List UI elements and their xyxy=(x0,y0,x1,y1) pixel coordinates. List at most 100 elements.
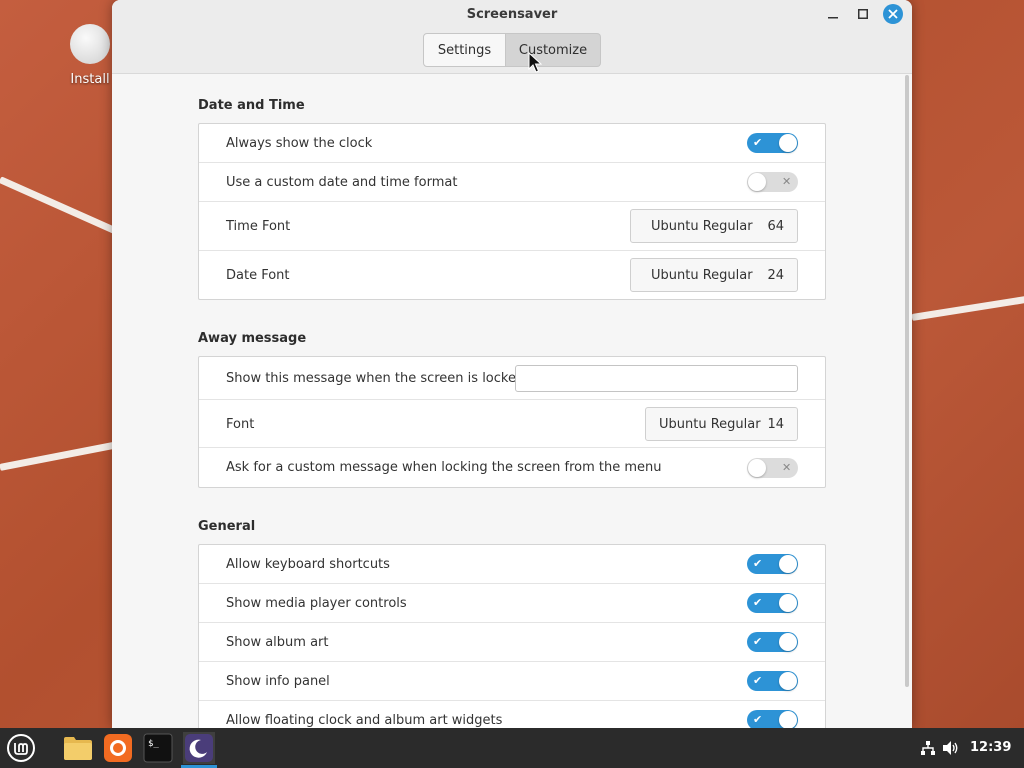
away-message-input[interactable] xyxy=(515,365,798,392)
check-icon: ✔ xyxy=(753,557,763,570)
setting-label: Time Font xyxy=(226,219,291,234)
font-name: Ubuntu Regular xyxy=(651,218,753,234)
setting-row-custom-format: Use a custom date and time format ✕ xyxy=(199,163,825,202)
network-icon xyxy=(921,741,935,755)
court-line xyxy=(0,176,121,236)
date-time-panel: Always show the clock ✔ Use a custom dat… xyxy=(198,123,826,300)
toggle-knob xyxy=(779,711,797,728)
firefox-launcher[interactable] xyxy=(102,732,134,764)
font-name: Ubuntu Regular xyxy=(651,267,753,283)
time-font-button[interactable]: Ubuntu Regular 64 xyxy=(630,209,798,243)
toggle-knob xyxy=(779,555,797,573)
setting-row-floating: Allow floating clock and album art widge… xyxy=(199,701,825,728)
menu-button[interactable] xyxy=(5,732,37,764)
desktop-icon-label: Install xyxy=(70,72,110,87)
title-bar[interactable]: Screensaver Settings Customize xyxy=(112,0,912,74)
font-size: 24 xyxy=(767,267,784,283)
toggle-knob xyxy=(779,672,797,690)
setting-row-media: Show media player controls ✔ xyxy=(199,584,825,623)
ask-custom-message-toggle[interactable]: ✕ xyxy=(747,458,798,478)
maximize-icon xyxy=(858,9,868,19)
away-message-panel: Show this message when the screen is loc… xyxy=(198,356,826,488)
font-name: Ubuntu Regular xyxy=(659,416,761,432)
font-size: 14 xyxy=(767,416,784,432)
window-title: Screensaver xyxy=(466,7,558,22)
font-size: 64 xyxy=(767,218,784,234)
svg-text:$_: $_ xyxy=(148,739,159,749)
setting-label: Use a custom date and time format xyxy=(226,175,458,190)
x-icon: ✕ xyxy=(782,175,792,188)
taskbar-clock[interactable]: 12:39 xyxy=(970,740,1011,755)
tab-customize[interactable]: Customize xyxy=(506,33,601,67)
mint-logo-icon xyxy=(7,734,35,762)
terminal-icon: $_ xyxy=(143,733,173,763)
stack-switcher: Settings Customize xyxy=(423,33,601,67)
info-panel-toggle[interactable]: ✔ xyxy=(747,671,798,691)
volume-indicator[interactable] xyxy=(935,732,967,764)
setting-label: Ask for a custom message when locking th… xyxy=(226,460,662,475)
close-button[interactable] xyxy=(883,4,903,24)
check-icon: ✔ xyxy=(753,713,763,726)
screensaver-window: Screensaver Settings Customize Date and … xyxy=(112,0,912,728)
setting-label: Allow keyboard shortcuts xyxy=(226,557,390,572)
screensaver-icon xyxy=(185,734,213,762)
setting-label: Show album art xyxy=(226,635,329,650)
setting-row-info: Show info panel ✔ xyxy=(199,662,825,701)
section-title-general: General xyxy=(198,519,256,534)
keyboard-shortcuts-toggle[interactable]: ✔ xyxy=(747,554,798,574)
custom-format-toggle[interactable]: ✕ xyxy=(747,172,798,192)
court-line xyxy=(911,293,1024,321)
toggle-knob xyxy=(779,594,797,612)
setting-label: Always show the clock xyxy=(226,136,373,151)
x-icon: ✕ xyxy=(782,461,792,474)
folder-icon xyxy=(64,737,92,760)
tab-settings[interactable]: Settings xyxy=(423,33,506,67)
setting-row-time-font: Time Font Ubuntu Regular 64 xyxy=(199,202,825,251)
install-disc-icon xyxy=(70,24,110,64)
setting-row-away-font: Font Ubuntu Regular 14 xyxy=(199,400,825,448)
setting-row-ask-custom: Ask for a custom message when locking th… xyxy=(199,448,825,488)
setting-label: Show media player controls xyxy=(226,596,407,611)
setting-row-message: Show this message when the screen is loc… xyxy=(199,357,825,400)
mouse-cursor-icon xyxy=(528,52,542,73)
album-art-toggle[interactable]: ✔ xyxy=(747,632,798,652)
away-font-button[interactable]: Ubuntu Regular 14 xyxy=(645,407,798,441)
files-launcher[interactable] xyxy=(62,732,94,764)
always-clock-toggle[interactable]: ✔ xyxy=(747,133,798,153)
settings-content: Date and Time Always show the clock ✔ Us… xyxy=(112,75,912,728)
scrollbar[interactable] xyxy=(905,75,909,687)
check-icon: ✔ xyxy=(753,635,763,648)
setting-label: Date Font xyxy=(226,268,290,283)
section-title-date-time: Date and Time xyxy=(198,98,305,113)
setting-label: Show this message when the screen is loc… xyxy=(226,371,525,386)
setting-label: Show info panel xyxy=(226,674,330,689)
check-icon: ✔ xyxy=(753,674,763,687)
close-icon xyxy=(888,9,898,19)
setting-row-keyboard: Allow keyboard shortcuts ✔ xyxy=(199,545,825,584)
taskbar: $_ xyxy=(0,728,1024,768)
setting-row-album: Show album art ✔ xyxy=(199,623,825,662)
general-panel: Allow keyboard shortcuts ✔ Show media pl… xyxy=(198,544,826,728)
toggle-knob xyxy=(748,459,766,477)
screensaver-app-button[interactable] xyxy=(183,732,215,764)
floating-widgets-toggle[interactable]: ✔ xyxy=(747,710,798,728)
check-icon: ✔ xyxy=(753,136,763,149)
setting-row-always-clock: Always show the clock ✔ xyxy=(199,124,825,163)
court-line xyxy=(0,439,129,471)
maximize-button[interactable] xyxy=(854,5,872,23)
minimize-button[interactable] xyxy=(824,5,842,23)
section-title-away-message: Away message xyxy=(198,331,307,346)
check-icon: ✔ xyxy=(753,596,763,609)
minimize-icon xyxy=(828,17,838,19)
media-controls-toggle[interactable]: ✔ xyxy=(747,593,798,613)
desktop-install-icon[interactable]: Install xyxy=(62,24,118,87)
toggle-knob xyxy=(779,633,797,651)
setting-label: Font xyxy=(226,417,255,432)
setting-row-date-font: Date Font Ubuntu Regular 24 xyxy=(199,251,825,300)
terminal-launcher[interactable]: $_ xyxy=(142,732,174,764)
toggle-knob xyxy=(748,173,766,191)
toggle-knob xyxy=(779,134,797,152)
date-font-button[interactable]: Ubuntu Regular 24 xyxy=(630,258,798,292)
firefox-icon xyxy=(104,734,132,762)
setting-label: Allow floating clock and album art widge… xyxy=(226,713,503,728)
